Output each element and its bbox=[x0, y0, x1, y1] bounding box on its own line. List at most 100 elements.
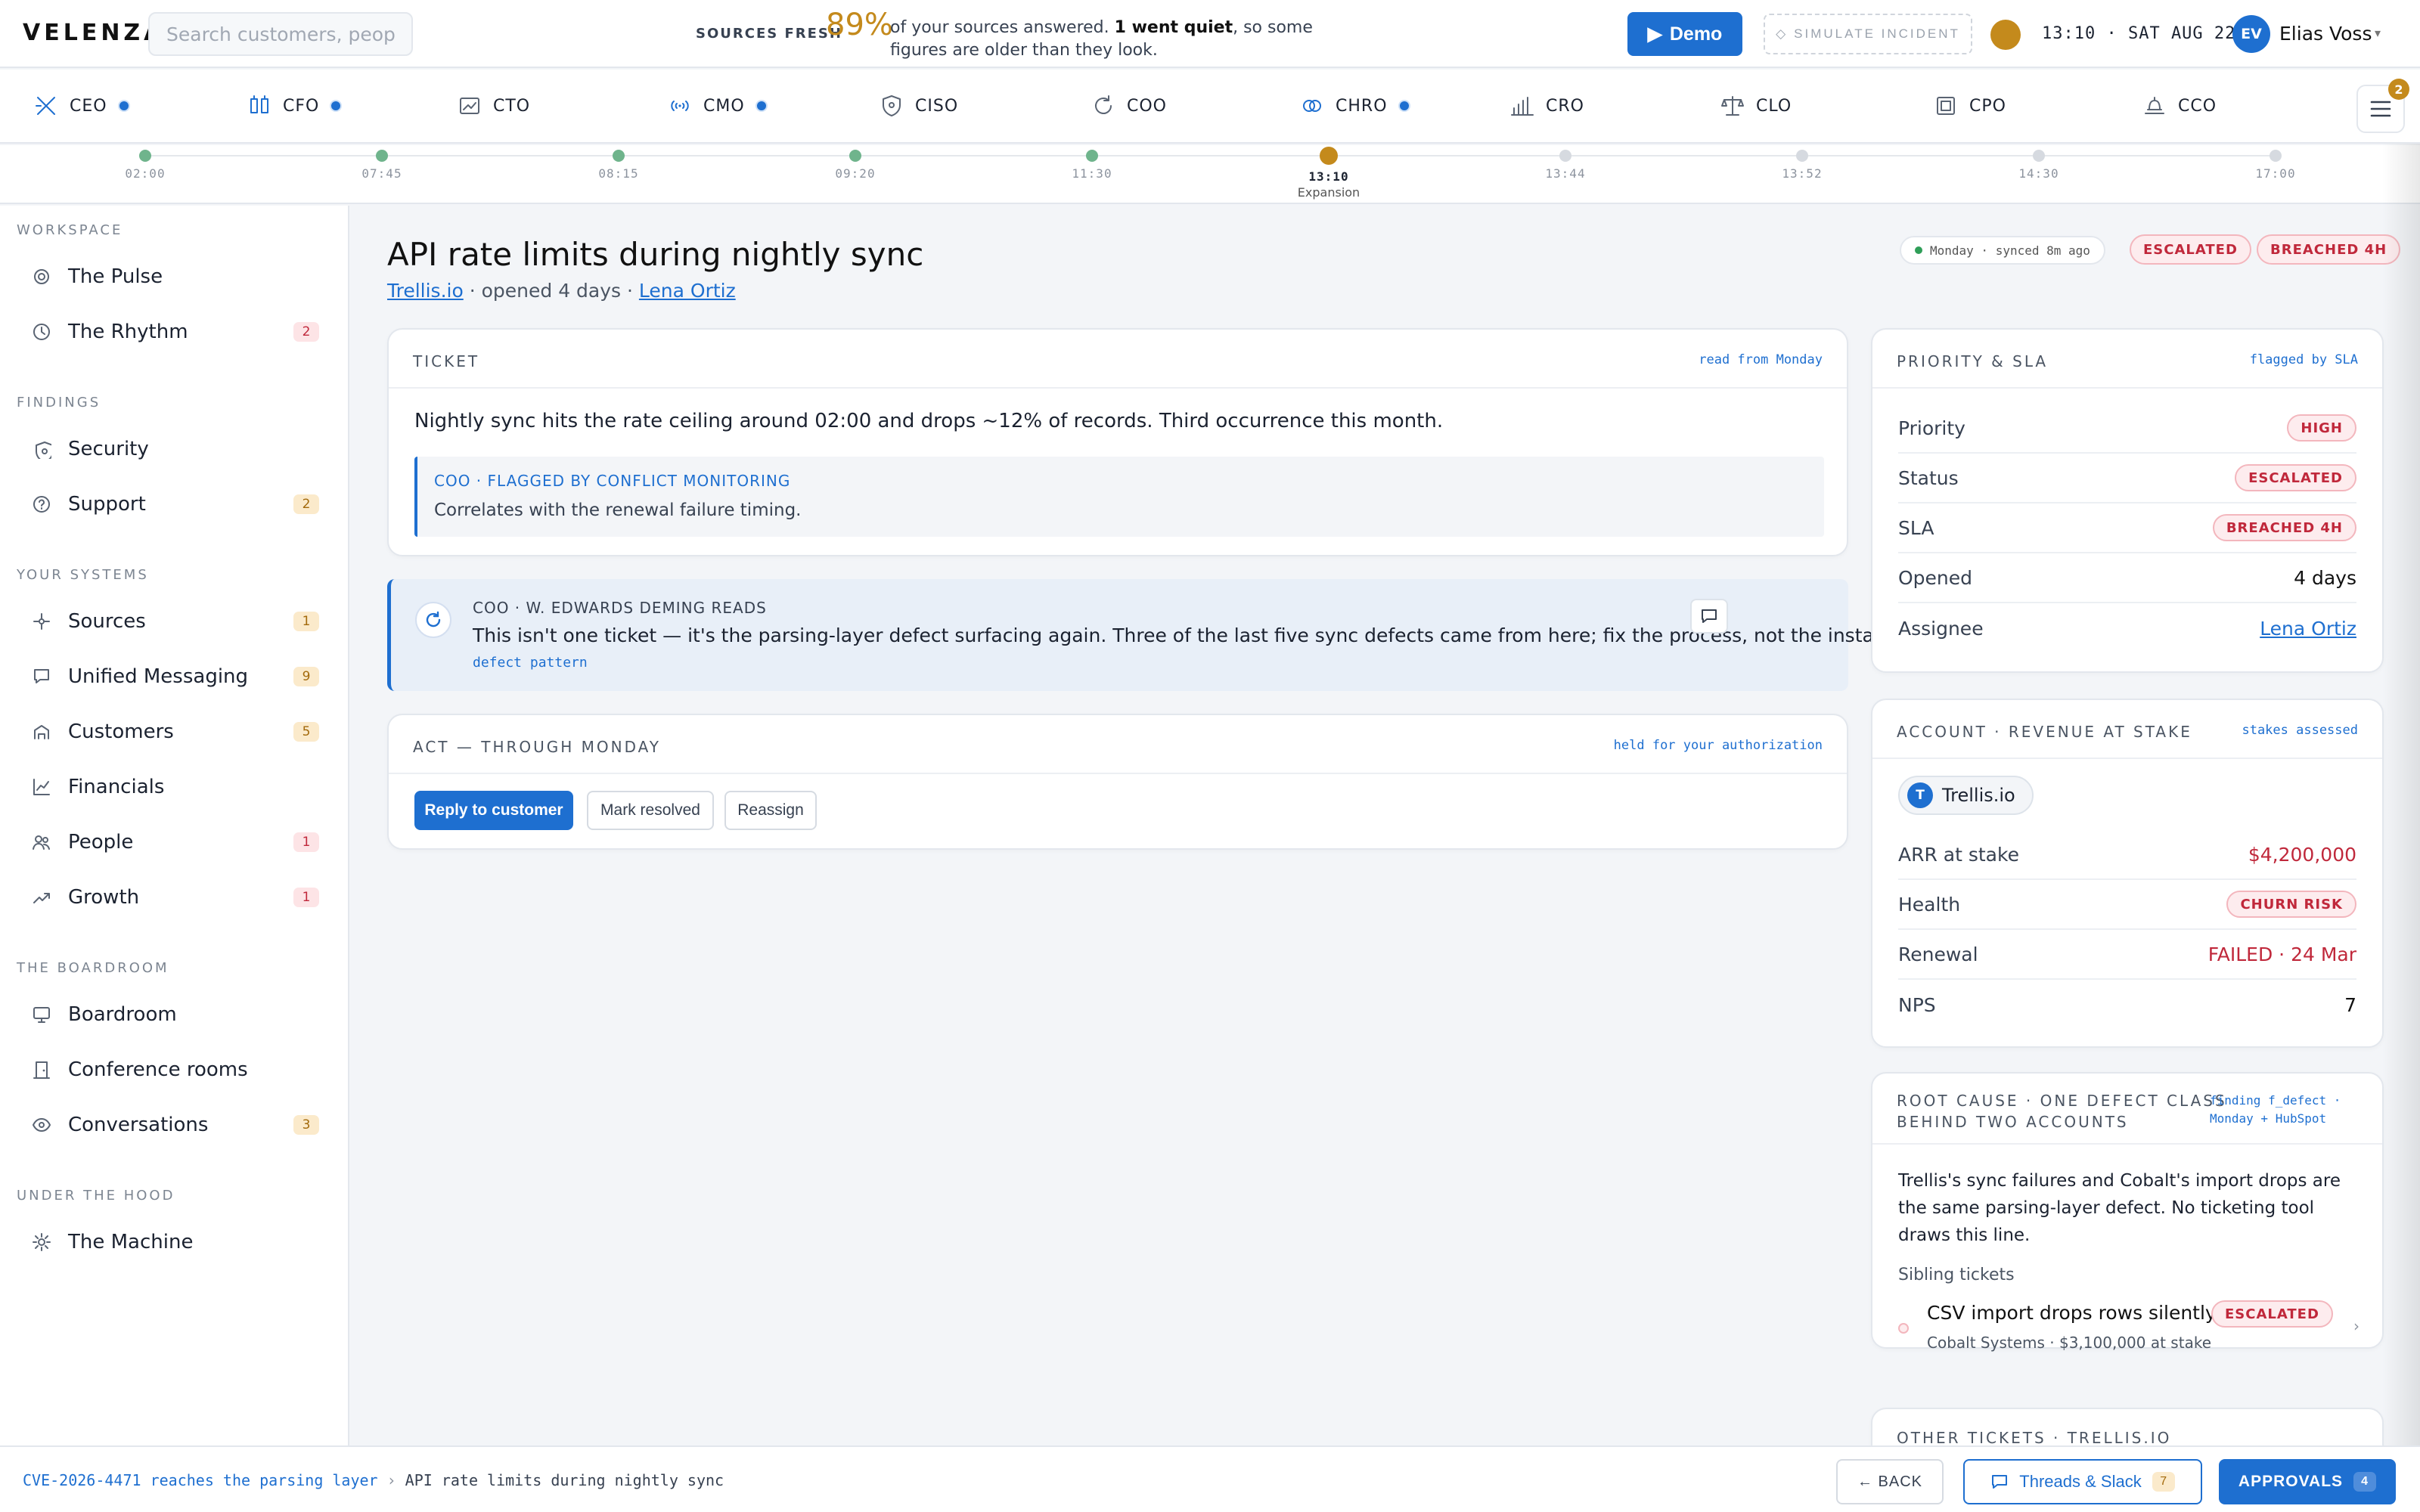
deming-insight: COO · W. EDWARDS DEMING READS This isn't… bbox=[387, 579, 1914, 691]
sidebar-item-security[interactable]: Security bbox=[0, 426, 349, 472]
sidebar-item-customers[interactable]: Customers 5 bbox=[0, 709, 349, 754]
role-tab-ceo[interactable]: CEO bbox=[33, 70, 130, 142]
refresh-icon bbox=[415, 602, 451, 638]
priority-label: Assignee bbox=[1898, 617, 1984, 640]
sidebar-item-boardroom[interactable]: Boardroom bbox=[0, 992, 349, 1037]
role-tab-ciso[interactable]: CISO bbox=[879, 70, 958, 142]
role-bar: CEO CFO CTO CMO CISO COO CHRO CRO CLO CPO CCO bbox=[0, 70, 2420, 144]
sidebar-item-label: Support bbox=[68, 493, 146, 516]
sidebar-item-conference-rooms[interactable]: Conference rooms bbox=[0, 1047, 349, 1092]
sidebar-item-label: The Machine bbox=[68, 1231, 194, 1253]
back-button[interactable]: ← BACK bbox=[1836, 1459, 1944, 1504]
sidebar-item-conversations[interactable]: Conversations 3 bbox=[0, 1102, 349, 1148]
bell-icon bbox=[2145, 97, 2164, 114]
sidebar-section-title: YOUR SYSTEMS bbox=[17, 567, 149, 583]
root-cause-body: Trellis's sync failures and Cobalt's imp… bbox=[1898, 1171, 2341, 1245]
sidebar-item-growth[interactable]: Growth 1 bbox=[0, 875, 349, 920]
chevron-down-icon[interactable]: ▾ bbox=[2375, 26, 2381, 40]
timeline-point[interactable]: 09:20 bbox=[810, 145, 901, 181]
sidebar-item-financials[interactable]: Financials bbox=[0, 764, 349, 810]
account-chip-name: Trellis.io bbox=[1942, 785, 2015, 806]
priority-label: SLA bbox=[1898, 516, 1934, 539]
role-tab-coo[interactable]: COO bbox=[1091, 70, 1167, 142]
insight-tag: defect pattern bbox=[473, 655, 588, 671]
sidebar-count-badge: 1 bbox=[293, 612, 319, 631]
owner-link[interactable]: Lena Ortiz bbox=[639, 280, 736, 302]
account-avatar: T bbox=[1907, 782, 1933, 808]
sidebar-item-the-pulse[interactable]: The Pulse bbox=[0, 254, 349, 299]
sync-status: Monday · synced 8m ago bbox=[1900, 236, 2105, 265]
timeline-point[interactable]: 17:00 bbox=[2230, 145, 2321, 181]
timeline-point[interactable]: 13:10 Expansion bbox=[1283, 145, 1374, 200]
priority-card: PRIORITY & SLA flagged by SLA Priority HI… bbox=[1871, 328, 2384, 673]
timeline-point[interactable]: 11:30 bbox=[1047, 145, 1137, 181]
timeline-point[interactable]: 13:44 bbox=[1520, 145, 1611, 181]
role-tab-label: CEO bbox=[70, 96, 107, 116]
sidebar-item-unified-messaging[interactable]: Unified Messaging 9 bbox=[0, 654, 349, 699]
reply-to-customer-button[interactable]: Reply to customer bbox=[414, 791, 573, 830]
account-label: Health bbox=[1898, 893, 1961, 916]
timeline-point[interactable]: 02:00 bbox=[100, 145, 191, 181]
timeline-dot bbox=[2033, 150, 2045, 162]
sibling-status-dot bbox=[1898, 1323, 1909, 1334]
sidebar-count-badge: 1 bbox=[293, 832, 319, 852]
reassign-button[interactable]: Reassign bbox=[724, 791, 817, 830]
message-icon bbox=[34, 669, 49, 683]
role-tab-label: CTO bbox=[493, 96, 531, 116]
timeline-point[interactable]: 14:30 bbox=[1993, 145, 2084, 181]
sidebar-item-the-machine[interactable]: The Machine bbox=[0, 1219, 349, 1265]
timeline-point[interactable]: 13:52 bbox=[1757, 145, 1848, 181]
demo-button[interactable]: ▶ Demo bbox=[1627, 12, 1742, 56]
sidebar-item-people[interactable]: People 1 bbox=[0, 820, 349, 865]
account-row: ARR at stake $4,200,000 bbox=[1898, 830, 2356, 880]
sidebar-count-badge: 2 bbox=[293, 322, 319, 342]
role-tab-cpo[interactable]: CPO bbox=[1933, 70, 2006, 142]
account-link[interactable]: Trellis.io bbox=[387, 280, 464, 302]
role-tab-clo[interactable]: CLO bbox=[1720, 70, 1792, 142]
role-tab-cto[interactable]: CTO bbox=[457, 70, 530, 142]
priority-row: Status ESCALATED bbox=[1898, 454, 2356, 503]
search-input[interactable] bbox=[148, 12, 413, 56]
timeline-point[interactable]: 07:45 bbox=[337, 145, 427, 181]
priority-value-badge: BREACHED 4H bbox=[2212, 514, 2356, 541]
comment-button[interactable] bbox=[1690, 599, 1728, 634]
role-tab-cmo[interactable]: CMO bbox=[667, 70, 768, 142]
sibling-ticket-row[interactable]: CSV import drops rows silently ESCALATED… bbox=[1898, 1300, 2360, 1353]
approvals-button[interactable]: APPROVALS 4 bbox=[2219, 1459, 2396, 1504]
role-unread-dot bbox=[1398, 100, 1410, 112]
timeline-dot bbox=[613, 150, 625, 162]
priority-value-link[interactable]: Lena Ortiz bbox=[2260, 618, 2356, 640]
role-tab-cfo[interactable]: CFO bbox=[247, 70, 343, 142]
cto-icon bbox=[460, 98, 479, 114]
sidebar-item-label: Security bbox=[68, 438, 149, 460]
sidebar-item-the-rhythm[interactable]: The Rhythm 2 bbox=[0, 309, 349, 355]
mark-resolved-button[interactable]: Mark resolved bbox=[587, 791, 714, 830]
timeline-point[interactable]: 08:15 bbox=[573, 145, 664, 181]
act-card-title: ACT — THROUGH MONDAY bbox=[413, 738, 662, 756]
ticket-card-meta: read from Monday bbox=[1699, 352, 1823, 367]
breadcrumb-link[interactable]: CVE-2026-4471 reaches the parsing layer bbox=[23, 1471, 378, 1489]
account-card: ACCOUNT · REVENUE AT STAKE stakes assess… bbox=[1871, 699, 2384, 1048]
sidebar-item-label: The Rhythm bbox=[68, 321, 188, 343]
sources-fresh-label: SOURCES FRESH bbox=[696, 26, 842, 42]
role-tab-chro[interactable]: CHRO bbox=[1299, 70, 1410, 142]
sidebar-item-sources[interactable]: Sources 1 bbox=[0, 599, 349, 644]
role-tab-label: CMO bbox=[703, 96, 745, 116]
status-indicator[interactable] bbox=[1990, 20, 2021, 50]
user-name[interactable]: Elias Voss bbox=[2279, 23, 2372, 45]
sidebar-item-support[interactable]: Support 2 bbox=[0, 482, 349, 527]
rings-icon bbox=[1303, 100, 1321, 112]
threads-slack-button[interactable]: Threads & Slack 7 bbox=[1963, 1459, 2202, 1504]
avatar[interactable]: EV bbox=[2232, 15, 2270, 53]
role-tab-cco[interactable]: CCO bbox=[2142, 70, 2217, 142]
role-tab-label: CLO bbox=[1756, 96, 1792, 116]
priority-value-badge: HIGH bbox=[2287, 414, 2356, 442]
footer-bar: CVE-2026-4471 reaches the parsing layer … bbox=[0, 1445, 2420, 1512]
timeline-track bbox=[144, 155, 2273, 156]
sidebar-count-badge: 1 bbox=[293, 888, 319, 907]
simulate-incident-button[interactable]: ◇ SIMULATE INCIDENT bbox=[1764, 14, 1972, 54]
cog-icon bbox=[33, 1233, 51, 1251]
sidebar-item-label: Unified Messaging bbox=[68, 665, 249, 688]
role-tab-cro[interactable]: CRO bbox=[1509, 70, 1584, 142]
account-chip[interactable]: T Trellis.io bbox=[1898, 776, 2034, 815]
